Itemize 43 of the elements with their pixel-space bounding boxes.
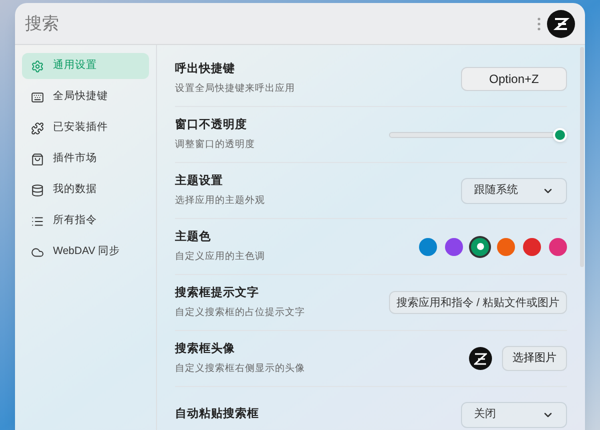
color-swatch[interactable] xyxy=(523,238,541,256)
puzzle-icon xyxy=(31,122,44,134)
setting-title: 搜索框头像 xyxy=(175,341,236,358)
setting-title: 呼出快捷键 xyxy=(175,61,236,78)
setting-title: 主题色 xyxy=(175,229,212,246)
search-field[interactable]: 搜索 xyxy=(25,10,537,36)
color-swatch[interactable] xyxy=(471,238,489,256)
sidebar-item[interactable]: 插件市场 xyxy=(22,146,149,172)
sidebar-item[interactable]: 所有指令 xyxy=(22,208,149,234)
sidebar-item[interactable]: 全局快捷键 xyxy=(22,84,149,110)
setting-description: 设置全局快捷键来呼出应用 xyxy=(175,82,295,96)
setting-title: 主题设置 xyxy=(175,173,224,190)
sidebar-item[interactable]: WebDAV 同步 xyxy=(22,239,149,265)
sidebar-item[interactable]: 我的数据 xyxy=(22,177,149,203)
setting-description: 调整窗口的透明度 xyxy=(175,138,255,152)
dropdown[interactable]: 跟随系统 xyxy=(461,178,567,204)
cloud-icon xyxy=(31,246,44,258)
color-swatch[interactable] xyxy=(549,238,567,256)
settings-icon xyxy=(31,60,44,72)
opacity-slider[interactable] xyxy=(389,128,567,142)
bag-icon xyxy=(31,152,44,166)
dropdown[interactable]: 关闭 xyxy=(461,402,567,428)
setting-title: 窗口不透明度 xyxy=(175,117,248,134)
sidebar-item[interactable]: 已安装插件 xyxy=(22,115,149,141)
shortcut-button[interactable]: Option+Z xyxy=(461,66,567,90)
setting-title: 自动粘贴搜索框 xyxy=(175,406,259,422)
choose-image-button[interactable]: 选择图片 xyxy=(502,346,567,371)
color-swatch[interactable] xyxy=(445,238,463,256)
setting-description: 自定义应用的主色调 xyxy=(175,250,265,264)
keyboard-icon xyxy=(31,90,44,104)
color-swatch[interactable] xyxy=(497,238,515,256)
setting-description: 自定义搜索框右侧显示的头像 xyxy=(175,362,305,376)
more-icon[interactable] xyxy=(537,16,541,30)
setting-title: 搜索框提示文字 xyxy=(175,285,260,302)
setting-description: 自定义搜索框的占位提示文字 xyxy=(175,306,305,320)
database-icon xyxy=(31,184,44,196)
slider-thumb[interactable] xyxy=(553,128,567,142)
scrollbar-thumb[interactable] xyxy=(580,47,584,267)
setting-description: 选择应用的主题外观 xyxy=(175,194,265,208)
logo-icon xyxy=(547,10,575,38)
placeholder-text-field[interactable]: 搜索应用和指令 / 粘贴文件或图片 xyxy=(389,291,567,314)
logo-icon xyxy=(474,352,487,364)
color-swatch[interactable] xyxy=(419,238,437,256)
